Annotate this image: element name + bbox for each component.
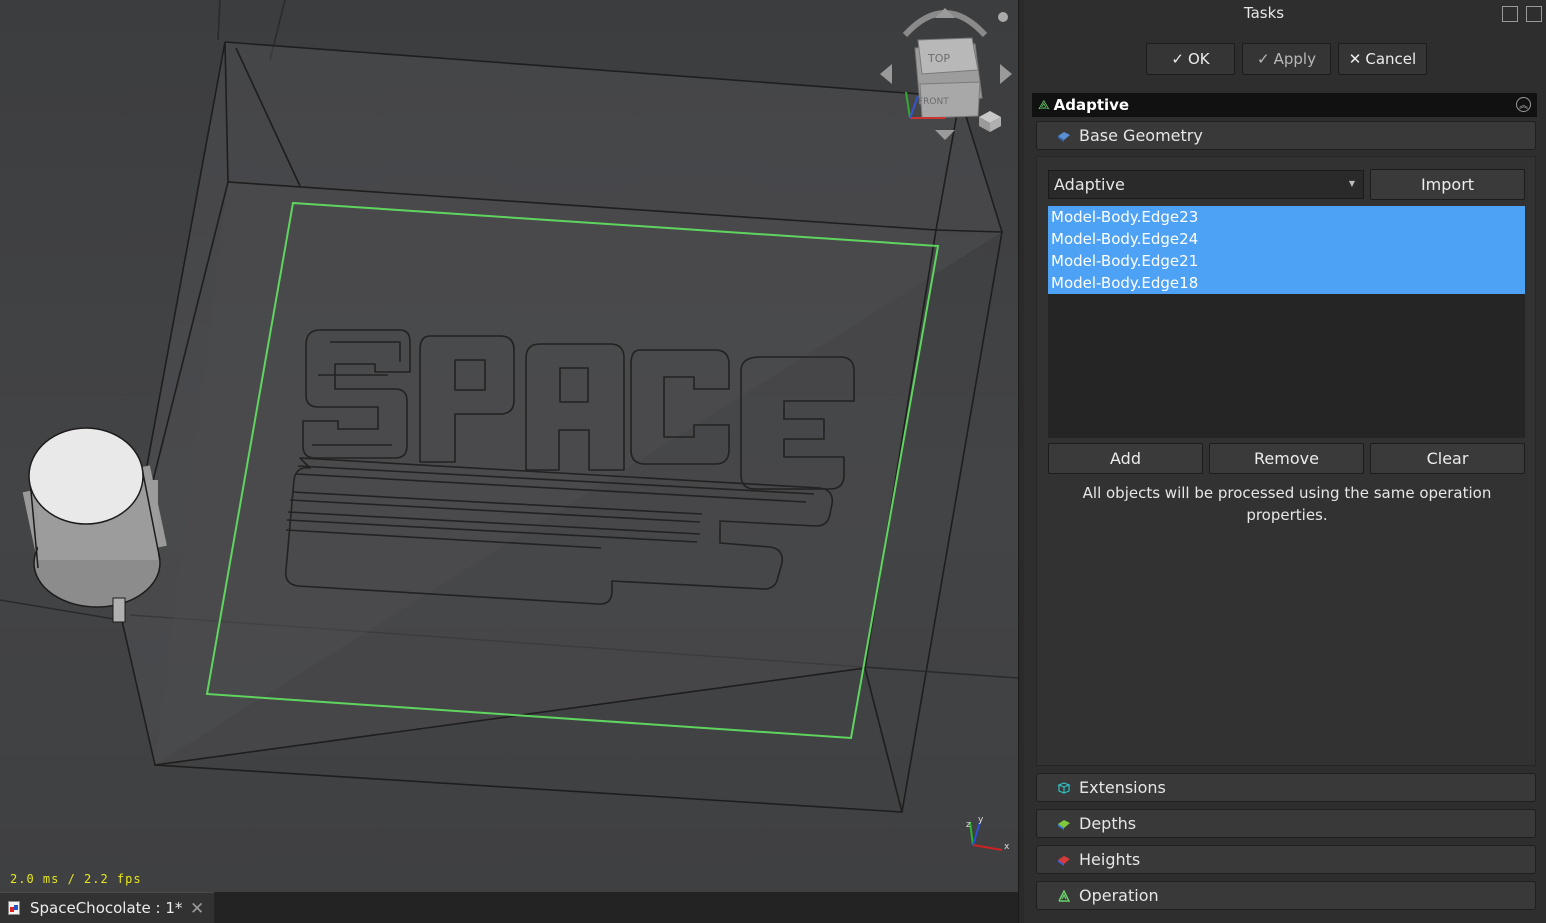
section-depths-label: Depths xyxy=(1079,814,1137,833)
float-panel-icon[interactable] xyxy=(1502,6,1518,22)
iso-view-cube-icon[interactable] xyxy=(979,111,1001,132)
document-tab-label: SpaceChocolate : 1* xyxy=(30,899,183,917)
operation-title: Adaptive xyxy=(1053,96,1130,114)
apply-button-label: Apply xyxy=(1273,50,1316,68)
axis-x-label: x xyxy=(1004,842,1010,852)
section-operation-label: Operation xyxy=(1079,886,1159,905)
base-geometry-icon xyxy=(1058,131,1070,142)
add-button[interactable]: Add xyxy=(1048,443,1203,474)
adaptive-op-icon: ⟁ xyxy=(1038,97,1050,113)
list-item[interactable]: Model-Body.Edge24 xyxy=(1048,228,1525,250)
operation-icon xyxy=(1058,889,1071,902)
navcube-front-label: FRONT xyxy=(918,97,949,107)
document-tab-bar: SpaceChocolate : 1* ✕ xyxy=(0,892,1018,923)
3d-viewport[interactable]: TOP FRONT x y z 2.0 ms / 2.2 fps xyxy=(0,0,1018,892)
navcube-top-label: TOP xyxy=(927,52,950,65)
3d-scene[interactable]: TOP FRONT x y z xyxy=(0,0,1018,892)
nav-right-arrow-icon[interactable] xyxy=(1000,64,1012,84)
info-note: All objects will be processed using the … xyxy=(1082,484,1492,524)
check-icon: ✓ xyxy=(1257,50,1270,68)
base-geometry-body: Adaptive ▼ Import Model-Body.Edge23 Mode… xyxy=(1036,156,1536,766)
import-button[interactable]: Import xyxy=(1370,169,1525,200)
fps-counter: 2.0 ms / 2.2 fps xyxy=(10,872,142,886)
check-icon: ✓ xyxy=(1171,50,1184,68)
section-extensions[interactable]: Extensions xyxy=(1036,773,1536,802)
section-heights-label: Heights xyxy=(1079,850,1141,869)
axis-z-label: z xyxy=(966,820,971,830)
heights-icon xyxy=(1058,855,1070,866)
extensions-icon xyxy=(1057,781,1071,794)
section-heights[interactable]: Heights xyxy=(1036,845,1536,874)
freecad-document-icon xyxy=(8,901,20,915)
section-depths[interactable]: Depths xyxy=(1036,809,1536,838)
close-icon: ✕ xyxy=(1348,50,1362,68)
collapse-icon[interactable]: ︽ xyxy=(1516,97,1531,112)
section-base-geometry[interactable]: Base Geometry xyxy=(1036,121,1536,150)
document-tab[interactable]: SpaceChocolate : 1* ✕ xyxy=(0,892,214,923)
depths-icon xyxy=(1058,819,1070,830)
axis-indicator: x y z xyxy=(966,815,1010,852)
ok-button[interactable]: ✓ OK xyxy=(1146,43,1235,75)
freecad-window: TOP FRONT x y z 2.0 ms / 2.2 fps SpaceCh… xyxy=(0,0,1546,923)
task-panel: Tasks ✓ OK ✓ Apply ✕ Cancel ⟁ Adaptive ︽… xyxy=(1024,0,1546,923)
chevron-down-icon: ▼ xyxy=(1348,179,1355,188)
list-item[interactable]: Model-Body.Edge23 xyxy=(1048,206,1525,228)
section-operation[interactable]: Operation xyxy=(1036,881,1536,910)
stock-inner-floor xyxy=(155,182,936,765)
remove-button[interactable]: Remove xyxy=(1209,443,1364,474)
operation-header[interactable]: ⟁ Adaptive ︽ xyxy=(1032,93,1537,117)
section-extensions-label: Extensions xyxy=(1079,778,1166,797)
nav-left-arrow-icon[interactable] xyxy=(880,64,892,84)
clear-button[interactable]: Clear xyxy=(1370,443,1525,474)
base-geometry-combo-value: Adaptive xyxy=(1054,175,1125,194)
cancel-button[interactable]: ✕ Cancel xyxy=(1338,43,1427,75)
apply-button[interactable]: ✓ Apply xyxy=(1242,43,1331,75)
ok-button-label: OK xyxy=(1187,50,1210,68)
undock-panel-icon[interactable] xyxy=(1526,6,1542,22)
section-base-geometry-label: Base Geometry xyxy=(1079,126,1203,145)
list-item[interactable]: Model-Body.Edge21 xyxy=(1048,250,1525,272)
list-item[interactable]: Model-Body.Edge18 xyxy=(1048,272,1525,294)
cancel-button-label: Cancel xyxy=(1365,50,1417,68)
close-tab-icon[interactable]: ✕ xyxy=(190,899,204,919)
axis-y-label: y xyxy=(978,815,984,825)
task-panel-title: Tasks xyxy=(1243,4,1285,22)
nav-menu-icon[interactable] xyxy=(998,12,1008,22)
base-geometry-list[interactable]: Model-Body.Edge23 Model-Body.Edge24 Mode… xyxy=(1048,206,1525,438)
base-geometry-combo[interactable]: Adaptive ▼ xyxy=(1048,170,1364,199)
